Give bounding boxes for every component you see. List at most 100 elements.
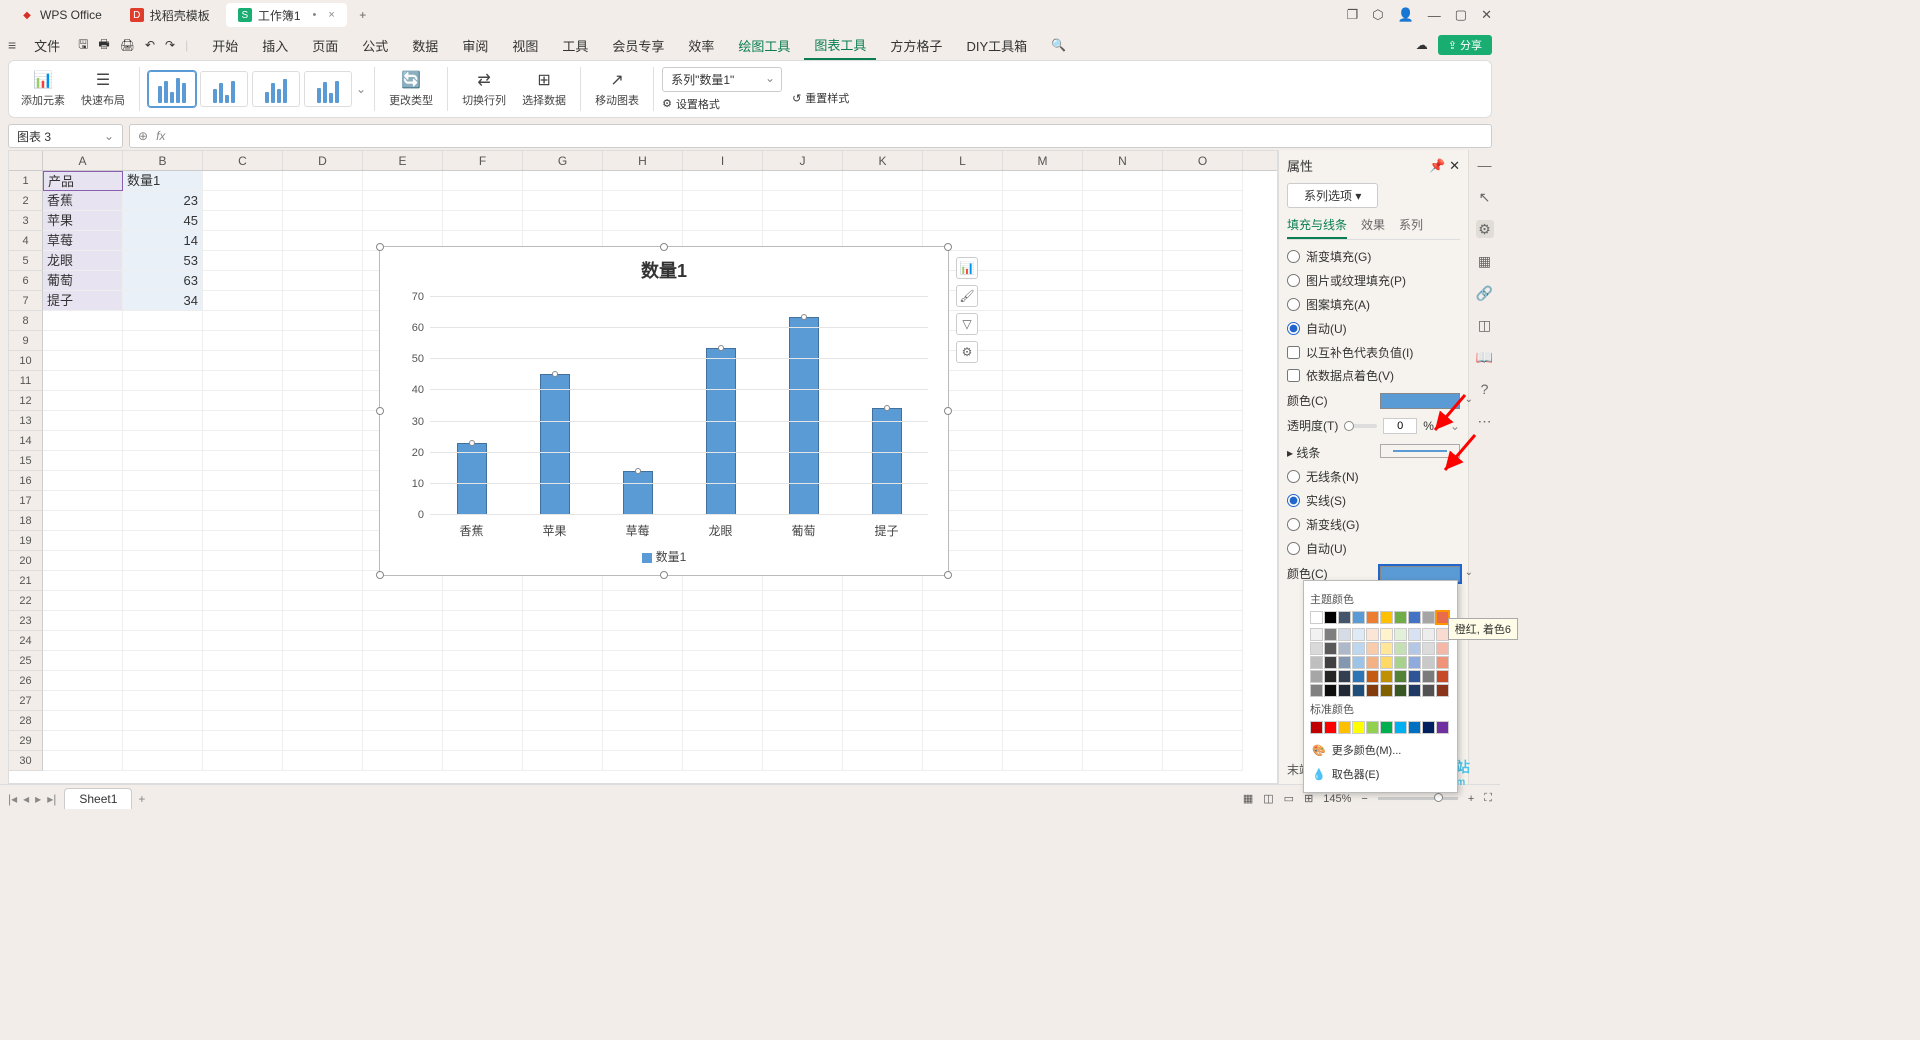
- cell[interactable]: [1083, 371, 1163, 391]
- cell[interactable]: [843, 611, 923, 631]
- cell[interactable]: [283, 371, 363, 391]
- cell[interactable]: [1003, 251, 1083, 271]
- maximize-icon[interactable]: ▢: [1455, 7, 1467, 23]
- quick-layout-button[interactable]: ☰快速布局: [75, 70, 131, 108]
- cell[interactable]: [1003, 331, 1083, 351]
- more-icon[interactable]: ⋯: [1476, 412, 1494, 430]
- cell[interactable]: [1163, 631, 1243, 651]
- cloud-icon[interactable]: ☁: [1416, 38, 1428, 52]
- color-swatch-cell[interactable]: [1310, 721, 1323, 734]
- cell[interactable]: [923, 751, 1003, 771]
- color-swatch-cell[interactable]: [1366, 721, 1379, 734]
- cell[interactable]: [283, 191, 363, 211]
- cell[interactable]: [1003, 231, 1083, 251]
- cell[interactable]: [283, 531, 363, 551]
- search-icon[interactable]: 🔍: [1051, 38, 1066, 52]
- cell[interactable]: [923, 171, 1003, 191]
- cell[interactable]: [123, 411, 203, 431]
- color-swatch-cell[interactable]: [1338, 684, 1351, 697]
- row-header[interactable]: 29: [9, 731, 43, 751]
- sheet-nav-first[interactable]: |◂: [8, 792, 17, 806]
- zoom-in-button[interactable]: +: [1468, 793, 1474, 805]
- cell[interactable]: [1003, 311, 1083, 331]
- cell[interactable]: [43, 631, 123, 651]
- cell[interactable]: [523, 171, 603, 191]
- cell[interactable]: 提子: [43, 291, 123, 311]
- row-header[interactable]: 25: [9, 651, 43, 671]
- row-header[interactable]: 8: [9, 311, 43, 331]
- cell[interactable]: [1083, 611, 1163, 631]
- menu-tools[interactable]: 工具: [552, 32, 598, 59]
- cell[interactable]: 数量1: [123, 171, 203, 191]
- cell[interactable]: [1083, 551, 1163, 571]
- color-swatch-cell[interactable]: [1380, 611, 1393, 624]
- cell[interactable]: [1003, 171, 1083, 191]
- cell[interactable]: [1163, 731, 1243, 751]
- cell[interactable]: [923, 691, 1003, 711]
- template-tab[interactable]: D找稻壳模板: [118, 3, 222, 27]
- cell[interactable]: [203, 631, 283, 651]
- row-header[interactable]: 12: [9, 391, 43, 411]
- minimize-icon[interactable]: —: [1428, 8, 1441, 23]
- cell[interactable]: 葡萄: [43, 271, 123, 291]
- cell[interactable]: [43, 391, 123, 411]
- cell[interactable]: [1163, 331, 1243, 351]
- cell[interactable]: [43, 651, 123, 671]
- cell[interactable]: 龙眼: [43, 251, 123, 271]
- cell[interactable]: [123, 311, 203, 331]
- cell[interactable]: 苹果: [43, 211, 123, 231]
- cell[interactable]: [43, 691, 123, 711]
- cell[interactable]: [203, 451, 283, 471]
- cell[interactable]: [123, 751, 203, 771]
- cell[interactable]: [363, 631, 443, 651]
- cell[interactable]: [123, 591, 203, 611]
- cell[interactable]: [683, 591, 763, 611]
- color-swatch-cell[interactable]: [1338, 611, 1351, 624]
- cell[interactable]: [763, 191, 843, 211]
- cell[interactable]: [1003, 451, 1083, 471]
- cell[interactable]: [763, 651, 843, 671]
- hamburger-icon[interactable]: ≡: [8, 37, 16, 53]
- cell[interactable]: [1083, 191, 1163, 211]
- color-swatch-cell[interactable]: [1394, 684, 1407, 697]
- cell[interactable]: [923, 611, 1003, 631]
- color-swatch-cell[interactable]: [1338, 721, 1351, 734]
- preview-icon[interactable]: 🖨: [120, 38, 135, 52]
- cell[interactable]: [1003, 371, 1083, 391]
- color-swatch-cell[interactable]: [1366, 611, 1379, 624]
- radio-gradient-line[interactable]: 渐变线(G): [1287, 516, 1460, 533]
- cell[interactable]: [843, 751, 923, 771]
- cell[interactable]: [283, 351, 363, 371]
- cell[interactable]: [923, 711, 1003, 731]
- col-header[interactable]: O: [1163, 151, 1243, 170]
- cell[interactable]: [203, 311, 283, 331]
- cell[interactable]: [603, 191, 683, 211]
- cell[interactable]: [283, 671, 363, 691]
- cell[interactable]: [1163, 231, 1243, 251]
- col-header[interactable]: F: [443, 151, 523, 170]
- cell[interactable]: [1003, 271, 1083, 291]
- color-swatch-cell[interactable]: [1338, 628, 1351, 641]
- cell[interactable]: [43, 711, 123, 731]
- color-swatch-cell[interactable]: [1380, 628, 1393, 641]
- cell[interactable]: [283, 431, 363, 451]
- color-swatch-cell[interactable]: [1310, 684, 1323, 697]
- cell[interactable]: [283, 591, 363, 611]
- cell[interactable]: [923, 631, 1003, 651]
- cell[interactable]: [443, 191, 523, 211]
- cell[interactable]: [923, 191, 1003, 211]
- transparency-input[interactable]: [1383, 418, 1417, 434]
- cell[interactable]: [283, 491, 363, 511]
- cell[interactable]: [603, 711, 683, 731]
- cell[interactable]: [123, 451, 203, 471]
- cell[interactable]: [1083, 331, 1163, 351]
- tab-close-icon[interactable]: ×: [328, 9, 334, 21]
- menu-efficiency[interactable]: 效率: [678, 32, 724, 59]
- color-swatch-cell[interactable]: [1352, 628, 1365, 641]
- cell[interactable]: [1083, 231, 1163, 251]
- cell[interactable]: [203, 611, 283, 631]
- cell[interactable]: [43, 431, 123, 451]
- select-data-button[interactable]: ⊞选择数据: [516, 70, 572, 108]
- cell[interactable]: [203, 391, 283, 411]
- name-box[interactable]: 图表 3⌄: [8, 124, 123, 148]
